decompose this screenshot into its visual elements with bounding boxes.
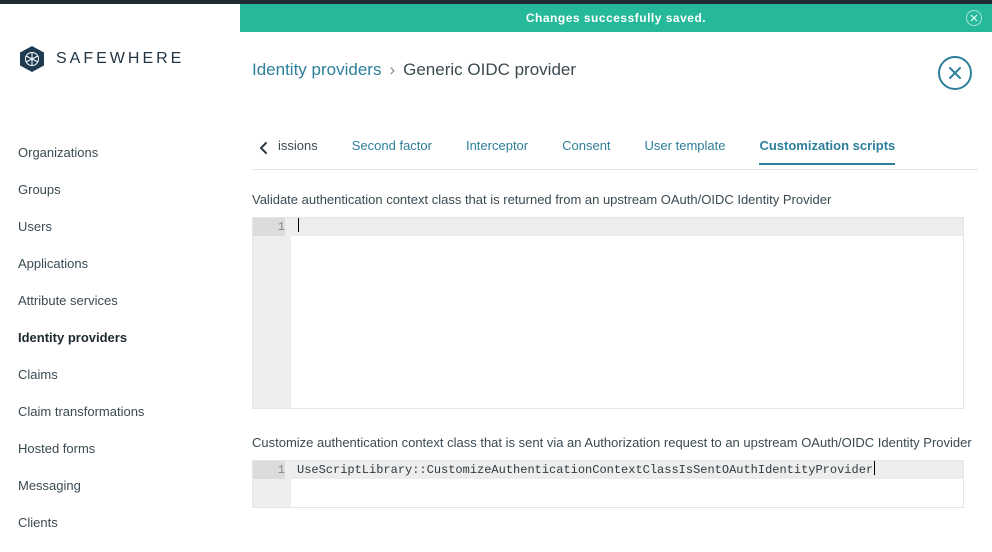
breadcrumb-parent[interactable]: Identity providers: [252, 60, 381, 80]
sidebar-item-users[interactable]: Users: [18, 219, 198, 234]
brand-logo[interactable]: SAFEWHERE: [18, 45, 184, 73]
breadcrumb-current: Generic OIDC provider: [403, 60, 576, 80]
brand-name: SAFEWHERE: [56, 50, 184, 68]
tabs-list: issions Second factor Interceptor Consen…: [278, 138, 895, 165]
editor-content[interactable]: UseScriptLibrary::CustomizeAuthenticatio…: [291, 461, 963, 507]
sidebar-item-identity-providers[interactable]: Identity providers: [18, 330, 198, 345]
sidebar-item-applications[interactable]: Applications: [18, 256, 198, 271]
text-cursor: [874, 461, 875, 475]
notification-close-icon[interactable]: [966, 10, 982, 26]
sidebar-item-hosted-forms[interactable]: Hosted forms: [18, 441, 198, 456]
section2-label: Customize authentication context class t…: [252, 435, 978, 450]
tab-customization-scripts[interactable]: Customization scripts: [759, 138, 895, 165]
section1-label: Validate authentication context class th…: [252, 192, 978, 207]
code-line[interactable]: UseScriptLibrary::CustomizeAuthenticatio…: [291, 461, 963, 479]
sidebar-item-claims[interactable]: Claims: [18, 367, 198, 382]
line-number: 1: [253, 218, 285, 236]
breadcrumb-separator: ›: [389, 60, 395, 80]
code-editor-validate[interactable]: 1: [252, 217, 964, 409]
main-panel: Identity providers › Generic OIDC provid…: [252, 44, 978, 537]
close-button[interactable]: [938, 56, 972, 90]
sidebar-item-messaging[interactable]: Messaging: [18, 478, 198, 493]
tab-interceptor[interactable]: Interceptor: [466, 138, 528, 165]
sidebar-item-organizations[interactable]: Organizations: [18, 145, 198, 160]
tabs-container: issions Second factor Interceptor Consen…: [252, 138, 978, 170]
sidebar-item-claim-transformations[interactable]: Claim transformations: [18, 404, 198, 419]
breadcrumb: Identity providers › Generic OIDC provid…: [252, 44, 978, 80]
notification-text: Changes successfully saved.: [526, 11, 706, 25]
sidebar-item-attribute-services[interactable]: Attribute services: [18, 293, 198, 308]
sidebar-item-groups[interactable]: Groups: [18, 182, 198, 197]
editor-gutter: 1: [253, 461, 291, 507]
line-number: 1: [253, 461, 285, 479]
tabs-scroll-left[interactable]: [252, 136, 276, 160]
code-editor-customize[interactable]: 1 UseScriptLibrary::CustomizeAuthenticat…: [252, 460, 964, 508]
sidebar-item-clients[interactable]: Clients: [18, 515, 198, 530]
logo-icon: [18, 45, 46, 73]
code-line[interactable]: [291, 218, 963, 236]
tab-consent[interactable]: Consent: [562, 138, 610, 165]
editor-content[interactable]: [291, 218, 963, 408]
tab-second-factor[interactable]: Second factor: [352, 138, 432, 165]
tab-permissions-partial[interactable]: issions: [278, 138, 318, 165]
editor-gutter: 1: [253, 218, 291, 408]
text-cursor: [298, 218, 299, 232]
tab-user-template[interactable]: User template: [645, 138, 726, 165]
notification-banner: Changes successfully saved.: [240, 4, 992, 32]
sidebar-nav: Organizations Groups Users Applications …: [18, 145, 198, 552]
